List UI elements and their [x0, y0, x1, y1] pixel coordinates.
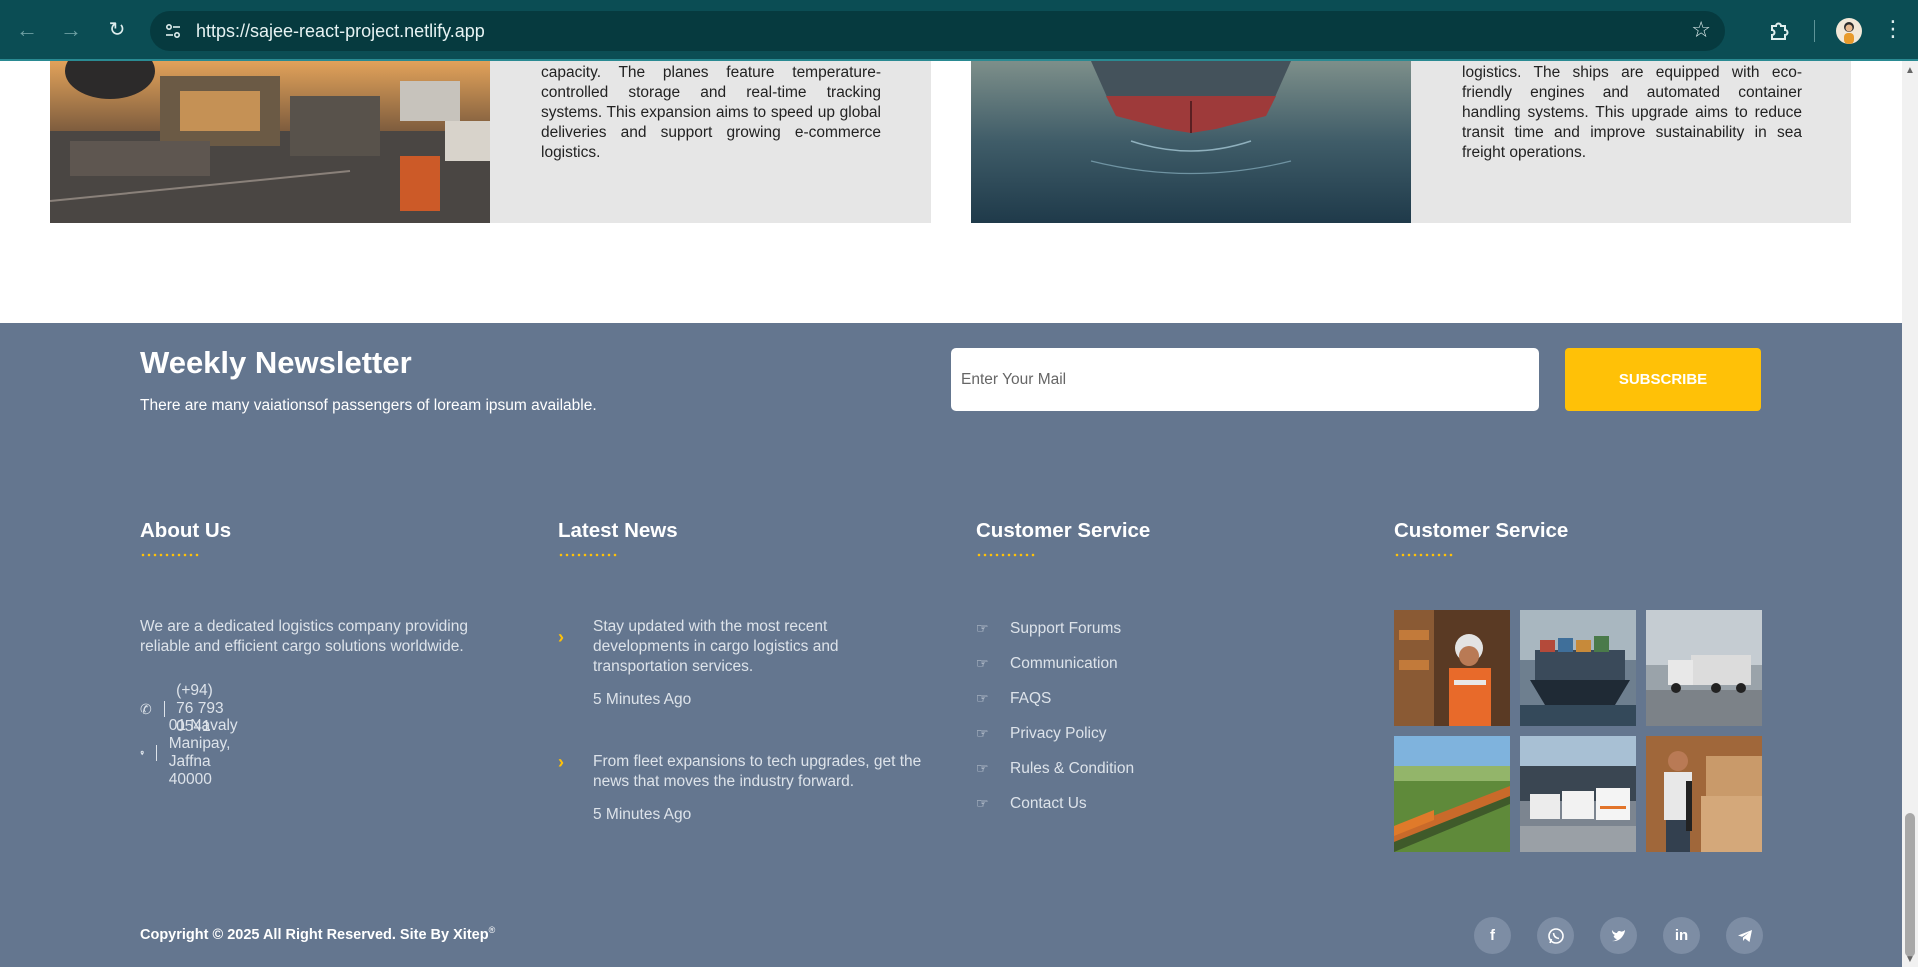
twitter-icon[interactable] [1600, 917, 1637, 954]
toolbar-divider [1814, 20, 1815, 42]
service-link-item[interactable]: ☞ Support Forums [976, 611, 1134, 646]
hand-point-right-icon: ☞ [976, 760, 989, 776]
news-text[interactable]: Stay updated with the most recent develo… [593, 617, 923, 677]
heading-dots [976, 553, 1036, 557]
gallery-image-warehouse-worker[interactable] [1394, 610, 1510, 726]
gallery-image-freight-train[interactable] [1394, 736, 1510, 852]
card-text: capacity. The planes feature temperature… [541, 64, 881, 161]
site-footer: Weekly Newsletter There are many vaiatio… [0, 323, 1902, 967]
news-time: 5 Minutes Ago [593, 806, 692, 823]
privacy-policy-link[interactable]: Privacy Policy [1010, 725, 1106, 743]
kebab-menu-icon[interactable]: ⋮ [1882, 16, 1904, 42]
site-info-icon[interactable] [164, 22, 182, 40]
about-heading: About Us [140, 519, 232, 542]
newsletter-subtitle: There are many vaiationsof passengers of… [140, 397, 597, 414]
about-text: We are a dedicated logistics company pro… [140, 618, 468, 655]
gallery-image-delivery-vans[interactable] [1520, 736, 1636, 852]
news-card-sea-freight: logistics. The ships are equipped with e… [971, 61, 1851, 223]
chevron-right-icon: › [558, 752, 564, 772]
hand-point-right-icon: ☞ [976, 725, 989, 741]
service-link-item[interactable]: ☞ Privacy Policy [976, 716, 1134, 751]
puzzle-icon[interactable] [1768, 18, 1792, 42]
support-forums-link[interactable]: Support Forums [1010, 620, 1121, 638]
star-icon[interactable]: ☆ [1691, 17, 1711, 43]
reload-icon[interactable]: ↻ [104, 17, 130, 43]
communication-link[interactable]: Communication [1010, 655, 1118, 673]
service-links: ☞ Support Forums ☞ Communication ☞ FAQS ☞ Pr… [976, 611, 1134, 821]
linkedin-icon[interactable]: in [1663, 917, 1700, 954]
facebook-icon[interactable]: f [1474, 917, 1511, 954]
address-row: 01 Navaly Manipay, Jaffna 40000 [140, 717, 241, 789]
news-text[interactable]: From fleet expansions to tech upgrades, … [593, 752, 923, 792]
address-text: 01 Navaly Manipay, Jaffna 40000 [168, 717, 238, 788]
heading-dots [140, 553, 200, 557]
map-pin-icon [140, 750, 144, 756]
gallery-image-container-ship[interactable] [1520, 610, 1636, 726]
service-link-item[interactable]: ☞ FAQS [976, 681, 1134, 716]
about-column: About Us We are a dedicated logistics co… [140, 519, 468, 788]
heading-dots [1394, 553, 1454, 557]
newsletter-title: Weekly Newsletter [140, 345, 412, 380]
chevron-right-icon: › [558, 627, 564, 647]
hand-point-right-icon: ☞ [976, 795, 989, 811]
scrollbar-thumb[interactable] [1905, 813, 1915, 957]
hand-point-right-icon: ☞ [976, 620, 989, 636]
phone-icon: ✆ [140, 701, 152, 717]
telegram-icon[interactable] [1726, 917, 1763, 954]
address-bar[interactable]: https://sajee-react-project.netlify.app … [150, 11, 1725, 51]
gallery-column: Customer Service [1394, 519, 1762, 852]
hand-point-right-icon: ☞ [976, 690, 989, 706]
hand-point-right-icon: ☞ [976, 655, 989, 671]
back-icon[interactable]: ← [14, 17, 40, 43]
forward-icon[interactable]: → [58, 17, 84, 43]
latest-news-column: Latest News › Stay updated with the most… [558, 519, 928, 823]
scroll-down-icon[interactable]: ▼ [1905, 954, 1915, 965]
news-card-air-cargo: capacity. The planes feature temperature… [50, 61, 931, 223]
whatsapp-icon[interactable] [1537, 917, 1574, 954]
photo-gallery [1394, 610, 1762, 852]
contact-us-link[interactable]: Contact Us [1010, 795, 1087, 813]
gallery-image-worker-boxes[interactable] [1646, 736, 1762, 852]
card-text: logistics. The ships are equipped with e… [1462, 64, 1802, 161]
profile-avatar[interactable] [1836, 18, 1862, 44]
scroll-up-icon[interactable]: ▲ [1905, 65, 1915, 76]
browser-toolbar: ← → ↻ https://sajee-react-project.netlif… [0, 0, 1918, 61]
subscribe-button[interactable]: SUBSCRIBE [1565, 348, 1761, 411]
copyright-text: Copyright © 2025 All Right Reserved. Sit… [140, 925, 495, 943]
service-link-item[interactable]: ☞ Communication [976, 646, 1134, 681]
service-link-item[interactable]: ☞ Rules & Condition [976, 751, 1134, 786]
service-link-item[interactable]: ☞ Contact Us [976, 786, 1134, 821]
social-links: f in [1474, 917, 1763, 954]
registered-mark: ® [488, 925, 496, 935]
customer-service-column: Customer Service ☞ Support Forums ☞ Commun… [976, 519, 1151, 812]
news-time: 5 Minutes Ago [593, 691, 692, 708]
newsletter-email-input[interactable] [951, 348, 1539, 411]
faqs-link[interactable]: FAQS [1010, 690, 1051, 708]
copyright-label: Copyright © 2025 All Right Reserved. Sit… [140, 926, 489, 943]
url-text[interactable]: https://sajee-react-project.netlify.app [196, 21, 485, 42]
gallery-image-truck[interactable] [1646, 610, 1762, 726]
customer-service-heading: Customer Service [976, 519, 1151, 542]
gallery-heading: Customer Service [1394, 519, 1569, 542]
airport-cargo-image [50, 61, 490, 223]
cargo-ship-image [971, 61, 1411, 223]
rules-condition-link[interactable]: Rules & Condition [1010, 760, 1134, 778]
heading-dots [558, 553, 618, 557]
latest-news-heading: Latest News [558, 519, 678, 542]
page-scrollbar[interactable]: ▲ ▼ [1902, 61, 1918, 967]
